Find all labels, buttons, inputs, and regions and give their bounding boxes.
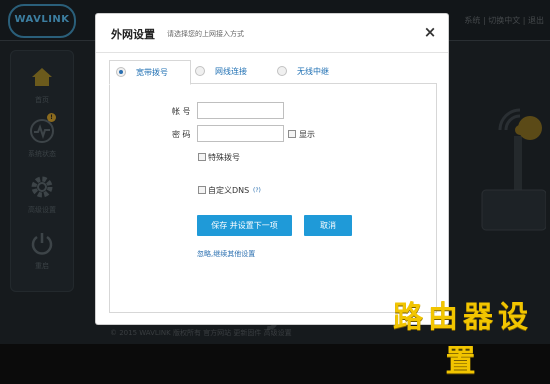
sidebar-item-status[interactable]: ! 系统状态	[11, 113, 73, 159]
custom-dns-checkbox[interactable]	[198, 186, 206, 194]
top-link-system[interactable]: 系统	[464, 16, 480, 25]
save-next-button[interactable]: 保存 并设置下一项	[197, 215, 292, 236]
sidebar-item-label: 高级设置	[28, 206, 56, 214]
tab-repeater-label: 无线中继	[297, 67, 329, 76]
footer: © 2015 WAVLINK 版权所有 官方网站 更新固件 高级设置	[110, 329, 292, 337]
sidebar-item-home[interactable]: 首页	[11, 63, 73, 105]
cancel-button[interactable]: 取消	[304, 215, 352, 236]
password-input[interactable]	[197, 125, 284, 142]
status-badge: !	[47, 113, 56, 122]
dialog-title: 外网设置	[111, 28, 155, 41]
home-icon	[32, 68, 52, 86]
sidebar: 首页 ! 系统状态 高级设置 重启	[10, 50, 74, 292]
special-dial-label: 特殊拨号	[208, 153, 240, 162]
sidebar-item-reboot[interactable]: 重启	[11, 229, 73, 271]
gear-icon	[31, 176, 53, 198]
account-input[interactable]	[197, 102, 284, 119]
skip-link[interactable]: 忽略,继续其他设置	[197, 249, 255, 259]
top-link-logout[interactable]: 退出	[528, 16, 544, 25]
radio-repeater[interactable]	[277, 66, 287, 76]
tab-pppoe[interactable]: 宽带拨号	[109, 60, 191, 85]
wan-settings-dialog: 外网设置 请选择您的上网接入方式 × 宽带拨号 网线连接 无线中继 帐 号 密 …	[96, 14, 448, 324]
sidebar-item-label: 重启	[35, 262, 49, 270]
brand-logo-badge: WAVLINK	[8, 4, 76, 38]
custom-dns-label: 自定义DNS	[208, 186, 250, 195]
dialog-header: 外网设置 请选择您的上网接入方式 ×	[96, 14, 448, 53]
router-illustration	[481, 108, 546, 231]
password-label: 密 码	[172, 130, 191, 139]
radio-dhcp[interactable]	[195, 66, 205, 76]
show-password-checkbox[interactable]	[288, 130, 296, 138]
sidebar-item-advanced[interactable]: 高级设置	[11, 173, 73, 215]
tab-repeater[interactable]: 无线中继	[275, 60, 355, 83]
tab-pppoe-label: 宽带拨号	[136, 68, 168, 77]
connection-type-tabs: 宽带拨号 网线连接 无线中继	[109, 60, 437, 85]
close-icon[interactable]: ×	[422, 24, 438, 40]
power-icon	[31, 233, 53, 255]
pppoe-form-panel: 帐 号 密 码 显示 特殊拨号 自定义DNS (?) 保存 并设置下一项 取消 …	[109, 83, 437, 313]
tab-dhcp-label: 网线连接	[215, 67, 247, 76]
dialog-subtitle: 请选择您的上网接入方式	[167, 30, 244, 38]
tab-dhcp[interactable]: 网线连接	[193, 60, 273, 83]
special-dial-checkbox[interactable]	[198, 153, 206, 161]
top-link-language[interactable]: 切换中文	[488, 16, 520, 25]
radio-pppoe[interactable]	[116, 67, 126, 77]
show-password-label: 显示	[299, 130, 315, 139]
help-icon[interactable]: (?)	[253, 187, 261, 194]
sidebar-item-label: 系统状态	[28, 150, 56, 158]
top-links: 系统 | 切换中文 | 退出	[464, 16, 544, 25]
account-label: 帐 号	[172, 107, 191, 116]
site-brand-logo: 路由器设置	[393, 300, 533, 379]
sidebar-item-label: 首页	[35, 96, 49, 104]
